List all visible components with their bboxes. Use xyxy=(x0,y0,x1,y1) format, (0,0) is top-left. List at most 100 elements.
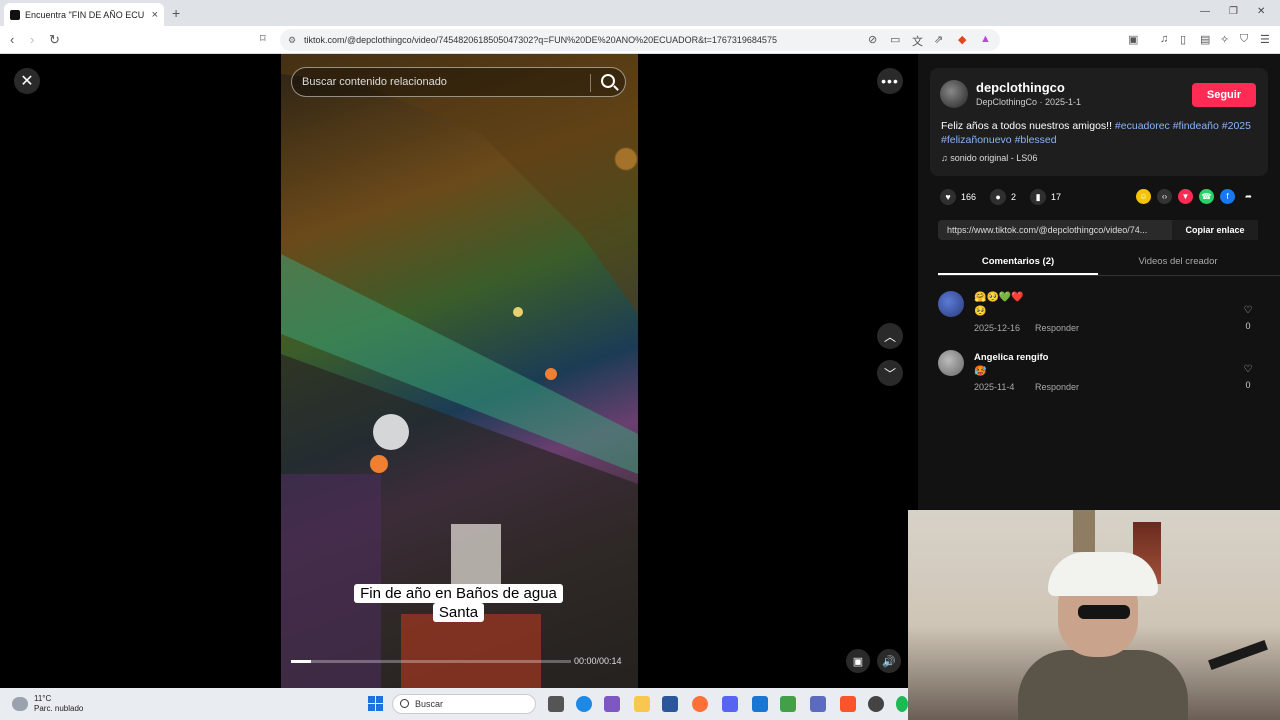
menu-icon[interactable]: ☰ xyxy=(1260,33,1270,46)
commenter-avatar[interactable] xyxy=(938,291,964,317)
vpn-icon[interactable]: ⛉ xyxy=(1240,33,1248,46)
sidebar-icon[interactable]: ▯ xyxy=(1180,33,1186,46)
new-tab-button[interactable]: + xyxy=(172,5,180,21)
hashtag[interactable]: #findeaño xyxy=(1173,120,1219,132)
brave-shield-icon[interactable]: ◆ xyxy=(958,33,966,46)
commenter-name[interactable]: Angelica rengifo xyxy=(974,352,1048,363)
taskbar-search[interactable]: Buscar xyxy=(392,694,536,714)
leo-icon[interactable]: ✧ xyxy=(1220,33,1229,46)
person-sunglasses xyxy=(1078,605,1130,619)
hashtag[interactable]: #felizañonuevo xyxy=(941,134,1012,146)
whatsapp-icon[interactable]: ☎ xyxy=(1199,189,1214,204)
gift-icon[interactable]: ☺ xyxy=(1136,189,1151,204)
creator-meta: DepClothingCo · 2025-1-1 xyxy=(976,97,1082,107)
reply-button[interactable]: Responder xyxy=(1035,323,1079,333)
floating-player-button[interactable]: ▣ xyxy=(846,649,870,673)
brave-rewards-icon[interactable]: ▲ xyxy=(980,33,991,45)
share-icon[interactable]: ⇗ xyxy=(934,33,943,46)
comment-item: Angelica rengifo 🥵 2025-11-4 Responder ♡… xyxy=(938,350,1260,398)
hashtag[interactable]: #blessed xyxy=(1015,134,1057,146)
volume-icon: 🔊 xyxy=(882,655,896,668)
comment-date: 2025-11-4 xyxy=(974,382,1015,392)
app-icon[interactable] xyxy=(780,696,796,712)
reply-button[interactable]: Responder xyxy=(1035,382,1079,392)
maximize-icon[interactable]: ❐ xyxy=(1229,6,1238,17)
volume-button[interactable]: 🔊 xyxy=(877,649,901,673)
weather-widget[interactable]: 11°C Parc. nublado xyxy=(12,694,83,714)
divider xyxy=(590,74,591,92)
screenshot-icon[interactable]: ▭ xyxy=(890,33,900,46)
translate-icon[interactable]: 文 xyxy=(912,33,923,49)
like-button[interactable]: ♥ 166 xyxy=(940,189,976,205)
hashtag[interactable]: #ecuadorec xyxy=(1115,120,1170,132)
task-view-icon[interactable] xyxy=(548,696,564,712)
window-close-icon[interactable]: ✕ xyxy=(1257,6,1265,17)
file-explorer-icon[interactable] xyxy=(634,696,650,712)
start-button[interactable] xyxy=(368,696,383,711)
word-icon[interactable] xyxy=(662,696,678,712)
discord-icon[interactable] xyxy=(722,696,738,712)
copilot-icon[interactable] xyxy=(604,696,620,712)
url-text: tiktok.com/@depclothingco/video/74548206… xyxy=(304,35,777,45)
teams-icon[interactable] xyxy=(810,696,826,712)
sound-name: sonido original - LS06 xyxy=(950,153,1038,163)
reload-icon[interactable]: ↻ xyxy=(49,32,60,48)
back-icon[interactable]: ‹ xyxy=(10,32,14,47)
forward-icon[interactable]: › xyxy=(30,32,34,47)
close-video-button[interactable]: ✕ xyxy=(14,68,40,94)
progress-bar[interactable] xyxy=(291,660,571,663)
tab-comments[interactable]: Comentarios (2) xyxy=(938,250,1098,275)
minimize-icon[interactable]: — xyxy=(1200,6,1210,17)
related-search-input[interactable]: Buscar contenido relacionado xyxy=(291,67,626,97)
music-note-icon: ♫ xyxy=(941,153,951,163)
music-icon[interactable]: ♫ xyxy=(1160,33,1168,45)
copy-link-button[interactable]: Copiar enlace xyxy=(1172,220,1258,240)
commenter-avatar[interactable] xyxy=(938,350,964,376)
spotify-icon[interactable] xyxy=(896,696,908,712)
save-button[interactable]: ▮ 17 xyxy=(1030,189,1061,205)
previous-video-button[interactable]: ︿ xyxy=(877,323,903,349)
comment-like-icon[interactable]: ♡ xyxy=(1242,305,1254,316)
follow-button[interactable]: Seguir xyxy=(1192,83,1256,107)
chevron-down-icon: ﹀ xyxy=(883,366,896,381)
chevron-up-icon: ︿ xyxy=(883,329,896,344)
tab-creator-videos[interactable]: Videos del creador xyxy=(1098,250,1258,275)
more-icon: ••• xyxy=(881,73,899,89)
comment-like-count: 0 xyxy=(1245,321,1251,331)
post-card: depclothingco DepClothingCo · 2025-1-1 S… xyxy=(930,68,1268,176)
embed-icon[interactable]: ‹› xyxy=(1157,189,1172,204)
app-icon[interactable] xyxy=(752,696,768,712)
creator-avatar[interactable] xyxy=(940,80,968,108)
no-tracking-icon[interactable]: ⊘ xyxy=(868,33,877,46)
comment-button[interactable]: ● 2 xyxy=(990,189,1016,205)
comment-text: 🤗🥺💚❤️ 🥺 xyxy=(974,292,1024,317)
browser-tab[interactable]: Encuentra "FIN DE AÑO ECU × xyxy=(4,3,164,26)
send-icon[interactable]: ▼ xyxy=(1178,189,1193,204)
video-link[interactable]: https://www.tiktok.com/@depclothingco/vi… xyxy=(938,225,1172,235)
comment-like-icon[interactable]: ♡ xyxy=(1242,364,1254,375)
wallet-icon[interactable]: ▤ xyxy=(1200,33,1210,46)
more-options-button[interactable]: ••• xyxy=(877,68,903,94)
obs-icon[interactable] xyxy=(868,696,884,712)
share-options: ☺ ‹› ▼ ☎ f ➦ xyxy=(1136,189,1262,204)
wall-poster xyxy=(1073,510,1095,552)
tab-close-icon[interactable]: × xyxy=(152,9,158,21)
facebook-icon[interactable]: f xyxy=(1220,189,1235,204)
brave-icon[interactable] xyxy=(840,696,856,712)
search-icon[interactable] xyxy=(601,74,615,88)
share-arrow-icon[interactable]: ➦ xyxy=(1241,189,1256,204)
video-player[interactable]: Buscar contenido relacionado Fin de año … xyxy=(281,54,638,688)
bookmark-icon[interactable]: ⌑ xyxy=(260,32,266,45)
firefox-icon[interactable] xyxy=(692,696,708,712)
hashtag[interactable]: #2025 xyxy=(1222,120,1251,132)
reader-icon[interactable]: ▣ xyxy=(1128,33,1138,46)
tab-title: Encuentra "FIN DE AÑO ECU xyxy=(25,9,145,20)
close-icon: ✕ xyxy=(20,73,34,90)
temperature: 11°C xyxy=(34,694,52,703)
edge-icon[interactable] xyxy=(576,696,592,712)
creator-username[interactable]: depclothingco xyxy=(976,80,1065,95)
sound-link[interactable]: ♫ sonido original - LS06 xyxy=(941,153,1037,163)
site-info-icon[interactable]: ⚙ xyxy=(288,35,296,46)
person-body xyxy=(1018,650,1188,720)
next-video-button[interactable]: ﹀ xyxy=(877,360,903,386)
